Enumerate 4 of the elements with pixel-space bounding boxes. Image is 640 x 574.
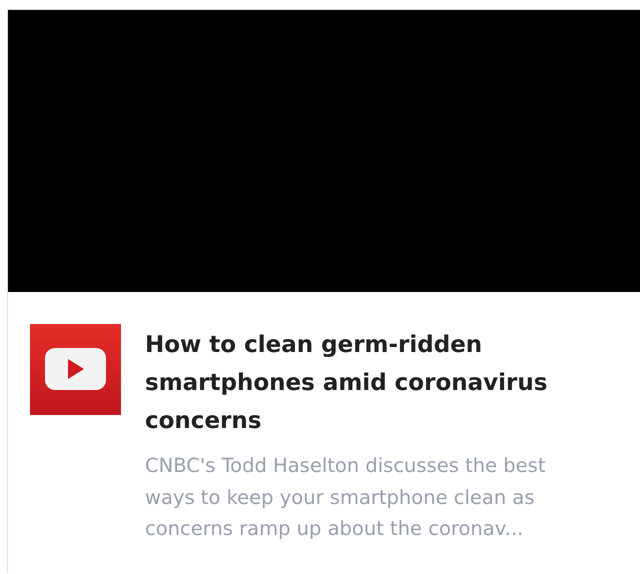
video-frame[interactable] (8, 10, 640, 292)
video-title[interactable]: How to clean germ-ridden smartphones amid coronavirus concerns (145, 326, 595, 440)
video-description: CNBC's Todd Haselton discusses the best ways to keep your smartphone clean as concerns ramp up about the coronav... (145, 453, 546, 542)
play-icon (30, 324, 121, 415)
